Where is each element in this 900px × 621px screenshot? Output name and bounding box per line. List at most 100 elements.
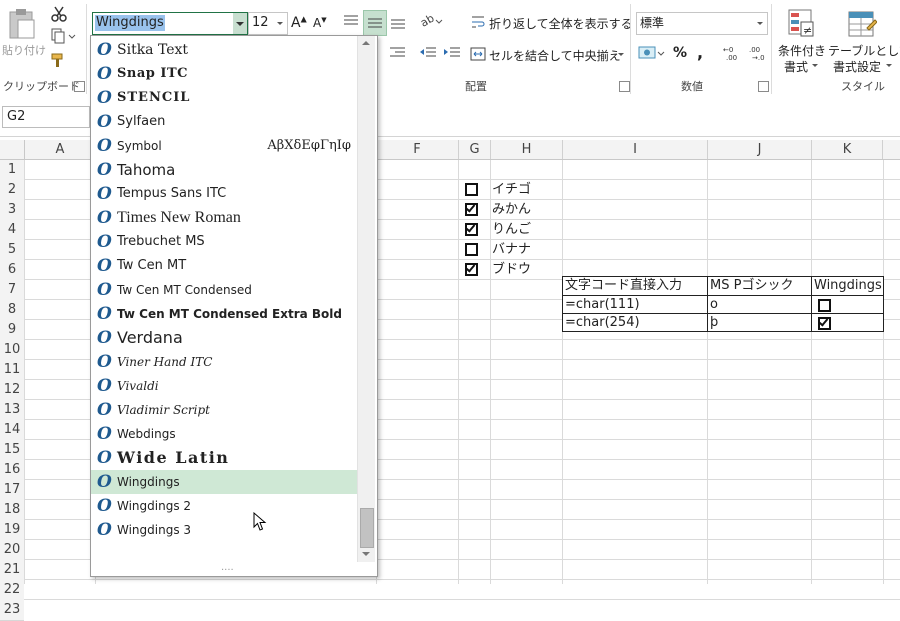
grow-font-button[interactable]: A▲ <box>291 14 307 32</box>
row-header[interactable]: 20 <box>0 540 24 561</box>
format-as-table-button[interactable]: テーブルとして 書式設定 <box>827 6 900 74</box>
row-header[interactable]: 9 <box>0 320 24 341</box>
scrollbar-thumb[interactable] <box>360 508 374 548</box>
table-header-code[interactable]: 文字コード直接入力 <box>562 276 708 296</box>
row-header[interactable]: 4 <box>0 220 24 241</box>
table-cell-char[interactable]: o <box>707 295 812 314</box>
empty-box-icon[interactable] <box>465 183 478 196</box>
column-header-g[interactable]: G <box>459 140 491 159</box>
font-option[interactable]: O Times New Roman <box>91 206 357 230</box>
font-option[interactable]: O Wingdings 2 <box>91 494 357 518</box>
font-name-input[interactable]: Wingdings <box>95 15 165 31</box>
font-option[interactable]: O Vladimir Script <box>91 398 357 422</box>
row-header[interactable]: 13 <box>0 400 24 421</box>
checked-box-icon[interactable] <box>465 223 478 236</box>
checked-box-icon[interactable] <box>465 263 478 276</box>
row-header[interactable]: 11 <box>0 360 24 381</box>
column-header-j[interactable]: J <box>708 140 812 159</box>
column-header-f[interactable]: F <box>376 140 459 159</box>
row-header[interactable]: 19 <box>0 520 24 541</box>
font-size-input[interactable]: 12 <box>252 15 269 31</box>
wrap-text-button[interactable]: 折り返して全体を表示する <box>470 12 633 34</box>
font-option[interactable]: O Viner Hand ITC <box>91 350 357 374</box>
table-cell-formula[interactable]: =char(111) <box>562 295 708 314</box>
number-format-combobox[interactable]: 標準 <box>636 12 768 35</box>
font-option[interactable]: O Sylfaen <box>91 110 357 134</box>
decrease-decimal-button[interactable]: .00 →.0 <box>748 44 770 62</box>
font-option[interactable]: O Wingdings <box>91 470 357 494</box>
row-header[interactable]: 6 <box>0 260 24 281</box>
copy-button[interactable] <box>50 28 76 44</box>
align-bottom-button[interactable] <box>388 10 408 32</box>
checklist-label[interactable]: イチゴ <box>492 180 531 199</box>
row-header[interactable]: 14 <box>0 420 24 441</box>
row-header[interactable]: 21 <box>0 560 24 581</box>
orientation-button[interactable]: ab <box>418 10 444 32</box>
align-middle-button[interactable] <box>363 10 387 36</box>
increase-indent-button[interactable] <box>442 44 462 62</box>
row-header[interactable]: 18 <box>0 500 24 521</box>
row-header[interactable]: 8 <box>0 300 24 321</box>
row-header[interactable]: 7 <box>0 280 24 301</box>
number-launcher-icon[interactable] <box>758 81 769 92</box>
font-size-combobox[interactable]: 12 <box>248 12 288 35</box>
checked-box-icon[interactable] <box>465 203 478 216</box>
paste-button[interactable] <box>4 6 40 40</box>
row-header[interactable]: 10 <box>0 340 24 361</box>
font-option[interactable]: O Tahoma <box>91 158 357 182</box>
row-header[interactable]: 3 <box>0 200 24 221</box>
font-option[interactable]: O Tempus Sans ITC <box>91 182 357 206</box>
percent-style-button[interactable]: % <box>673 45 689 63</box>
font-option[interactable]: O Tw Cen MT Condensed <box>91 278 357 302</box>
font-dropdown-button[interactable] <box>233 13 247 34</box>
column-header-i[interactable]: I <box>563 140 708 159</box>
font-option[interactable]: O Tw Cen MT <box>91 254 357 278</box>
scroll-up-icon[interactable] <box>361 38 371 48</box>
table-header-ms-pgothic[interactable]: MS Pゴシック <box>707 276 812 296</box>
select-all-corner[interactable] <box>0 140 25 159</box>
name-box-value[interactable]: G2 <box>7 109 25 124</box>
row-header[interactable]: 1 <box>0 160 24 181</box>
font-name-combobox[interactable]: Wingdings <box>92 12 248 35</box>
table-cell-char[interactable]: þ <box>707 313 812 332</box>
font-option[interactable]: O Symbol ΑβΧδΕφΓηΙφ <box>91 134 357 158</box>
checklist-label[interactable]: りんご <box>492 220 531 239</box>
checklist-label[interactable]: みかん <box>492 200 531 219</box>
row-header[interactable]: 17 <box>0 480 24 501</box>
font-option[interactable]: O STENCIL <box>91 86 357 110</box>
conditional-formatting-button[interactable]: ≠ 条件付き 書式 <box>776 6 826 74</box>
font-option[interactable]: O Trebuchet MS <box>91 230 357 254</box>
decrease-indent-button[interactable] <box>418 44 438 62</box>
resize-grip-icon[interactable]: ···· <box>221 566 241 576</box>
comma-style-button[interactable]: , <box>697 43 709 62</box>
row-header[interactable]: 22 <box>0 580 24 601</box>
accounting-format-button[interactable] <box>638 44 666 62</box>
font-option[interactable]: O Wingdings 3 <box>91 518 357 542</box>
table-header-wingdings[interactable]: Wingdings <box>811 276 884 296</box>
row-header[interactable]: 5 <box>0 240 24 261</box>
font-option[interactable]: O Snap ITC <box>91 62 357 86</box>
increase-decimal-button[interactable]: ←0 .00 <box>722 44 744 62</box>
format-painter-button[interactable] <box>50 52 68 68</box>
empty-box-icon[interactable] <box>465 243 478 256</box>
checklist-label[interactable]: バナナ <box>492 240 531 259</box>
row-header[interactable]: 12 <box>0 380 24 401</box>
checklist-label[interactable]: ブドウ <box>492 260 531 279</box>
merge-center-button[interactable]: セルを結合して中央揃え <box>470 44 628 66</box>
font-list-scrollbar[interactable] <box>357 36 375 562</box>
table-cell-wingdings-box[interactable] <box>811 295 884 314</box>
clipboard-launcher-icon[interactable] <box>74 81 85 92</box>
column-header-a[interactable]: A <box>25 140 96 159</box>
align-top-button[interactable] <box>341 10 361 32</box>
font-option[interactable]: O Tw Cen MT Condensed Extra Bold <box>91 302 357 326</box>
alignment-launcher-icon[interactable] <box>619 81 630 92</box>
row-header[interactable]: 15 <box>0 440 24 461</box>
font-option[interactable]: O Sitka Text <box>91 38 357 62</box>
font-option[interactable]: O Vivaldi <box>91 374 357 398</box>
cut-button[interactable] <box>50 6 68 22</box>
font-option[interactable]: O Verdana <box>91 326 357 350</box>
align-right-button[interactable] <box>388 44 408 62</box>
column-header-k[interactable]: K <box>812 140 883 159</box>
row-header[interactable]: 2 <box>0 180 24 201</box>
scroll-down-icon[interactable] <box>361 549 371 559</box>
